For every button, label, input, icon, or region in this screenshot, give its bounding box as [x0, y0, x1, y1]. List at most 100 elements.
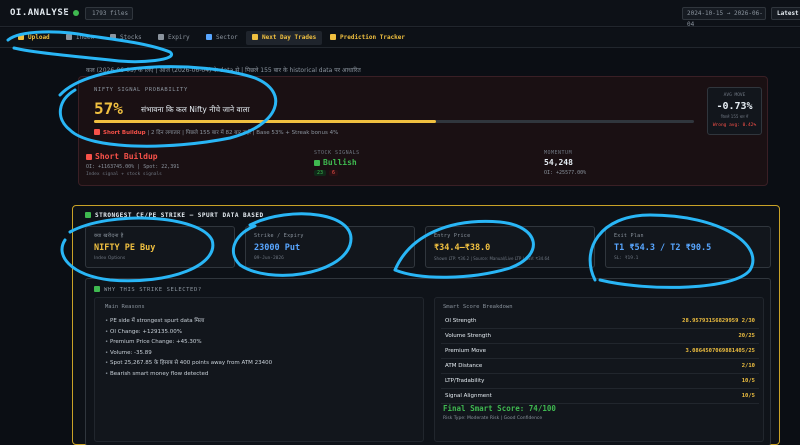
tab-upload[interactable]: Upload [12, 31, 56, 45]
chart-icon [330, 34, 336, 40]
tab-sector[interactable]: Sector [200, 31, 244, 45]
stat-value: Short Buildup [86, 152, 179, 161]
chart-icon [66, 34, 72, 40]
score-key: LTP/Tradability [445, 378, 485, 384]
why-strike-box: WHY THIS STRIKE SELECTED? Main Reasons P… [85, 278, 771, 445]
box-label: Strike / Expiry [254, 233, 304, 239]
score-key: ATM Distance [445, 363, 483, 369]
tab-stocks[interactable]: Stocks [104, 31, 148, 45]
box-sub: SL: ₹19.1 [614, 256, 639, 261]
list-item: Bearish smart money flow detected [105, 369, 272, 380]
bull-count: 23 [314, 170, 327, 176]
tab-bar: Upload Index Stocks Expiry Sector Next D… [0, 28, 800, 48]
list-item: PE side में strongest spurt data मिला [105, 316, 272, 327]
stat-value: Bullish [314, 158, 360, 167]
avg-move-value: -0.73% [716, 101, 753, 112]
strike-title: STRONGEST CE/PE STRIKE — SPURT DATA BASE… [85, 212, 264, 219]
signal-tag-icon [94, 129, 100, 135]
tab-index[interactable]: Index [60, 31, 100, 45]
list-item: Premium Price Change: +45.30% [105, 337, 272, 348]
tab-label: Stocks [120, 34, 142, 41]
signal-note-text: | 2 दिन लगातार | पिछले 155 बार में 82 बा… [147, 130, 339, 136]
signal-note: Short Buildup | 2 दिन लगातार | पिछले 155… [94, 128, 338, 136]
stat-sub: OI: +25577.00% [544, 170, 587, 176]
score-title: Smart Score Breakdown [443, 304, 513, 310]
signal-label: NIFTY SIGNAL PROBABILITY [94, 87, 188, 93]
tab-label: Upload [28, 34, 50, 41]
list-item: OI Change: +129135.00% [105, 327, 272, 338]
live-status-icon [73, 10, 79, 16]
chart-icon [110, 34, 116, 40]
stat-counts: 23 6 [314, 170, 360, 176]
tab-label: Sector [216, 34, 238, 41]
stat-label: MOMENTUM [544, 150, 573, 156]
score-key: Premium Move [445, 348, 486, 354]
list-item: Spot 25,267.85 के हिसाब से 400 points aw… [105, 358, 272, 369]
score-value: 20/25 [738, 333, 755, 339]
tab-label: Prediction Tracker [340, 34, 406, 41]
signal-tag: Short Buildup [103, 130, 146, 136]
avg-move-sub: पिछले 155 बार में [720, 114, 749, 119]
box-sub: Shown LTP: ₹36.2 | Source: Manual/Live L… [434, 256, 550, 261]
list-item: Volume: -35.89 [105, 348, 272, 359]
table-row: Volume Strength 20/25 [441, 329, 759, 344]
score-key: OI Strength [445, 318, 477, 324]
box-label: Entry Price [434, 233, 471, 239]
signal-tag-icon [86, 154, 92, 160]
why-title: WHY THIS STRIKE SELECTED? [94, 286, 202, 293]
tab-expiry[interactable]: Expiry [152, 31, 196, 45]
signal-probability: 57% [94, 99, 123, 118]
signal-text: संभावना कि कल Nifty नीचे जाने वाला [141, 105, 250, 114]
stat-sub: OI: +1163745.00% | Spot: 22,391 [86, 164, 180, 170]
box-value: T1 ₹54.3 / T2 ₹90.5 [614, 243, 712, 253]
tab-next-day-trades[interactable]: Next Day Trades [246, 31, 323, 45]
table-row: Premium Move 3.0864507069881405/25 [441, 344, 759, 359]
latest-button[interactable]: Latest [771, 7, 800, 20]
avg-move-box: AVG MOVE -0.73% पिछले 155 बार में Wrong … [707, 87, 762, 135]
box-value: NIFTY PE Buy [94, 243, 156, 253]
stat-stock-signals: STOCK SIGNALS Bullish 23 6 [314, 150, 360, 176]
score-value: 10/5 [741, 378, 755, 384]
calendar-icon [158, 34, 164, 40]
date-range-box[interactable]: 2024-10-15 → 2026-06-04 [682, 7, 766, 28]
avg-move-label: AVG MOVE [723, 93, 746, 98]
stat-value: 54,248 [544, 158, 573, 167]
bear-count: 6 [329, 170, 339, 176]
section-icon [94, 286, 100, 292]
tab-prediction-tracker[interactable]: Prediction Tracker [324, 31, 411, 45]
box-sub: Index Options [94, 256, 126, 261]
score-value: 2/10 [741, 363, 755, 369]
score-key: Volume Strength [445, 333, 491, 339]
risk-type: Risk Type: Moderate Risk | Good Confiden… [443, 416, 543, 421]
stat-sub2: Index signal + stock signals [86, 172, 162, 177]
reasons-list: PE side में strongest spurt data मिला OI… [105, 316, 272, 379]
tab-label: Next Day Trades [262, 34, 317, 41]
signal-header: कल (2026-06-05) के लिए | आज (2026-06-04)… [86, 67, 361, 74]
box-value: 23000 Put [254, 243, 301, 253]
final-score: Final Smart Score: 74/100 [443, 404, 556, 413]
grid-icon [206, 34, 212, 40]
score-value: 10/5 [741, 393, 755, 399]
stat-momentum: MOMENTUM 54,248 OI: +25577.00% [544, 150, 586, 176]
top-bar: OI.ANALYSE v1 1793 files 2024-10-15 → 20… [0, 0, 800, 28]
box-label: Exit Plan [614, 233, 644, 239]
bullish-icon [314, 160, 320, 166]
box-label: क्या खरीदना है [94, 233, 124, 239]
score-value: 28.95793156829959 2/30 [682, 318, 755, 324]
probability-bar-fill [94, 120, 436, 123]
stat-label: STOCK SIGNALS [314, 150, 360, 156]
stat-price-signal: Short Buildup OI: +1163745.00% | Spot: 2… [86, 150, 179, 177]
tab-label: Expiry [168, 34, 190, 41]
target-icon [252, 34, 258, 40]
strike-expiry-box: Strike / Expiry 23000 Put 09-Jun-2026 [245, 226, 415, 268]
files-count-box: 1793 files [85, 7, 133, 20]
tab-label: Index [76, 34, 95, 41]
score-key: Signal Alignment [445, 393, 492, 399]
score-table: OI Strength 28.95793156829959 2/30 Volume… [441, 314, 759, 404]
version-label: v1 [60, 11, 67, 17]
score-breakdown-panel: Smart Score Breakdown OI Strength 28.9579… [434, 297, 764, 442]
what-to-buy-box: क्या खरीदना है NIFTY PE Buy Index Option… [85, 226, 235, 268]
entry-price-box: Entry Price ₹34.4–₹38.0 Shown LTP: ₹36.2… [425, 226, 595, 268]
probability-bar [94, 120, 694, 123]
box-sub: 09-Jun-2026 [254, 256, 284, 261]
